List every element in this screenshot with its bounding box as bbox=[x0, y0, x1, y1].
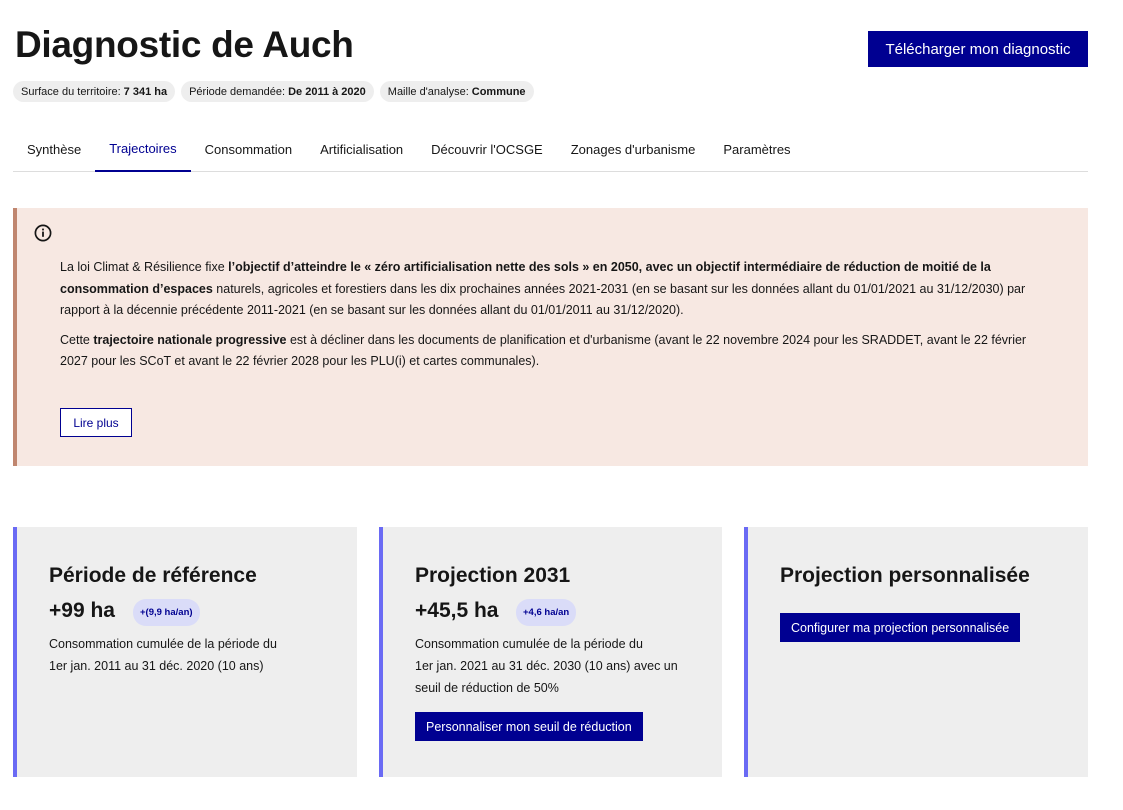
tag-mesh: Maille d'analyse: Commune bbox=[379, 81, 534, 102]
card-description: Consommation cumulée de la période du 1e… bbox=[415, 633, 678, 699]
card-projection-2031: Projection 2031 +45,5 ha +4,6 ha/an Cons… bbox=[379, 527, 722, 777]
rate-badge: +(9,9 ha/an) bbox=[133, 599, 200, 626]
desc-line: 1er jan. 2021 au 31 déc. 2030 (10 ans) a… bbox=[415, 659, 678, 673]
tab-parametres[interactable]: Paramètres bbox=[709, 126, 804, 172]
card-custom-projection: Projection personnalisée Configurer ma p… bbox=[744, 527, 1088, 777]
card-title: Projection personnalisée bbox=[780, 564, 1030, 587]
tag-period: Période demandée: De 2011 à 2020 bbox=[181, 81, 374, 102]
tab-consommation[interactable]: Consommation bbox=[191, 126, 306, 172]
tag-label: Surface du territoire: bbox=[21, 85, 121, 98]
tag-value: 7 341 ha bbox=[123, 85, 168, 98]
configure-projection-button[interactable]: Configurer ma projection personnalisée bbox=[780, 613, 1021, 642]
tab-artificialisation[interactable]: Artificialisation bbox=[306, 126, 417, 172]
desc-line: seuil de réduction de 50% bbox=[415, 681, 559, 695]
card-reference-period: Période de référence +99 ha +(9,9 ha/an)… bbox=[13, 527, 357, 777]
tag-label: Période demandée: bbox=[189, 85, 286, 98]
callout-text: La loi Climat & Résilience fixe l’object… bbox=[60, 257, 1050, 381]
tag-value: De 2011 à 2020 bbox=[288, 85, 366, 98]
card-value: +99 ha bbox=[49, 599, 115, 622]
read-more-button[interactable]: Lire plus bbox=[60, 408, 132, 437]
callout-paragraph-1: La loi Climat & Résilience fixe l’object… bbox=[60, 257, 1050, 322]
card-value: +45,5 ha bbox=[415, 599, 499, 622]
tab-trajectoires[interactable]: Trajectoires bbox=[95, 126, 191, 172]
tab-synthese[interactable]: Synthèse bbox=[13, 126, 95, 172]
page-title: Diagnostic de Auch bbox=[15, 24, 354, 65]
card-description: Consommation cumulée de la période du 1e… bbox=[49, 633, 277, 677]
tab-zonages[interactable]: Zonages d'urbanisme bbox=[557, 126, 710, 172]
page: Diagnostic de Auch Télécharger mon diagn… bbox=[13, 0, 1088, 810]
customize-threshold-button[interactable]: Personnaliser mon seuil de réduction bbox=[415, 712, 643, 741]
info-icon bbox=[34, 224, 52, 242]
tag-label: Maille d'analyse: bbox=[387, 85, 469, 98]
tab-ocsge[interactable]: Découvrir l'OCSGE bbox=[417, 126, 557, 172]
tab-bar: Synthèse Trajectoires Consommation Artif… bbox=[13, 126, 1088, 172]
desc-line: Consommation cumulée de la période du bbox=[415, 637, 643, 651]
tag-value: Commune bbox=[471, 85, 526, 98]
territory-tags: Surface du territoire: 7 341 ha Période d… bbox=[13, 81, 534, 102]
text-run: Cette bbox=[60, 332, 94, 347]
callout-paragraph-2: Cette trajectoire nationale progressive … bbox=[60, 330, 1050, 373]
rate-badge: +4,6 ha/an bbox=[516, 599, 577, 626]
desc-line: Consommation cumulée de la période du bbox=[49, 637, 277, 651]
text-run: La loi Climat & Résilience fixe bbox=[60, 260, 229, 274]
card-title: Projection 2031 bbox=[415, 564, 571, 587]
tag-surface: Surface du territoire: 7 341 ha bbox=[13, 81, 176, 102]
card-title: Période de référence bbox=[49, 564, 257, 587]
download-diagnostic-button[interactable]: Télécharger mon diagnostic bbox=[868, 31, 1088, 67]
desc-line: 1er jan. 2011 au 31 déc. 2020 (10 ans) bbox=[49, 659, 264, 673]
info-callout: La loi Climat & Résilience fixe l’object… bbox=[13, 208, 1088, 466]
text-run-bold: trajectoire nationale progressive bbox=[93, 332, 287, 347]
